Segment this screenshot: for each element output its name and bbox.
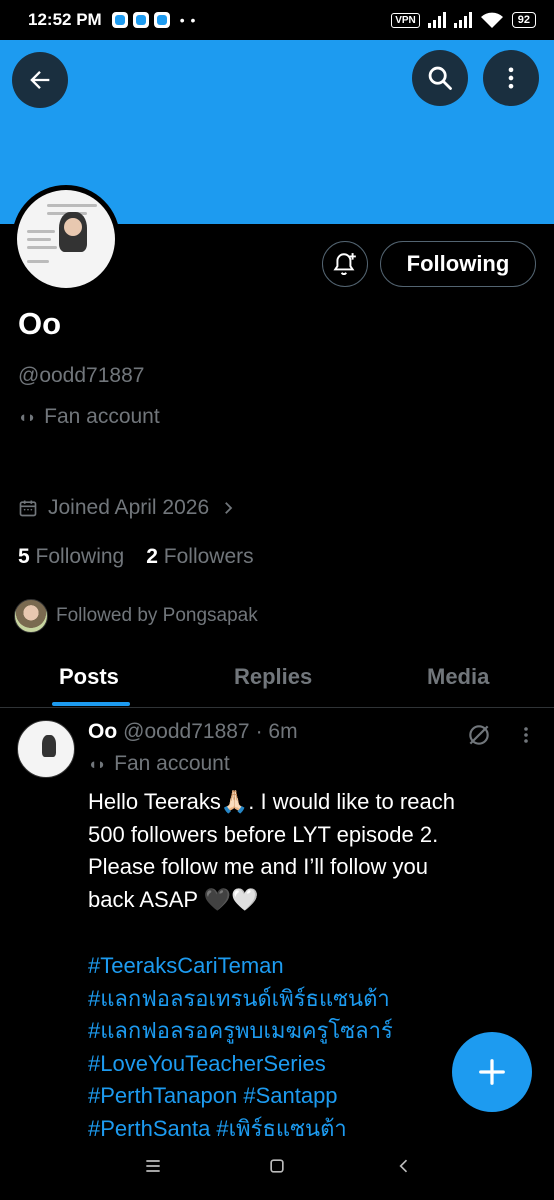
notification-icons: [111, 12, 170, 28]
post-avatar[interactable]: [17, 720, 75, 778]
follow-counts: 5 Following 2 Followers: [18, 545, 254, 569]
post-time: · 6m: [255, 720, 298, 743]
bell-plus-icon: [333, 253, 356, 275]
followers-count-link[interactable]: 2 Followers: [146, 545, 253, 569]
grok-button[interactable]: [466, 722, 492, 753]
tab-replies[interactable]: Replies: [234, 664, 312, 690]
more-options-button[interactable]: [483, 50, 539, 106]
post-text-line: Please follow me and I’ll follow you: [88, 854, 428, 879]
active-tab-indicator: [52, 702, 130, 706]
theater-masks-icon: ◖◗: [88, 755, 107, 773]
compose-button[interactable]: [452, 1032, 532, 1112]
home-button[interactable]: [267, 1156, 287, 1181]
tab-media[interactable]: Media: [427, 664, 489, 690]
following-label: Following: [35, 545, 125, 568]
follower-avatar: [14, 599, 48, 633]
followed-by-text: Followed by Pongsapak: [56, 605, 258, 626]
display-name: Oo: [18, 306, 62, 341]
signal-icon: [427, 12, 446, 28]
grok-icon: [469, 725, 489, 745]
hashtag-link[interactable]: #แลกฟอลรอครูพบเมฆครูโซลาร์: [88, 1015, 528, 1048]
theater-masks-icon: ◖◗: [18, 408, 37, 426]
profile-avatar[interactable]: [12, 185, 120, 293]
status-right: VPN 92: [391, 11, 536, 29]
status-time: 12:52 PM: [28, 10, 102, 29]
following-button[interactable]: Following: [380, 241, 536, 287]
post-author-name[interactable]: Oo: [88, 720, 117, 744]
profile-bio: ◖◗ Fan account: [18, 405, 160, 429]
hashtag-link[interactable]: #แลกฟอลรอเทรนด์เพิร์ธแซนต้า: [88, 983, 528, 1016]
chevron-right-icon: [225, 502, 233, 514]
post-author-bio: ◖◗ Fan account: [88, 752, 230, 776]
hashtag-link[interactable]: #TeeraksCariTeman: [88, 950, 528, 983]
more-vertical-icon: [524, 727, 528, 743]
followers-count: 2: [146, 545, 158, 568]
post-bio-text: Fan account: [114, 752, 230, 775]
joined-date[interactable]: Joined April 2026: [18, 496, 237, 520]
search-button[interactable]: [412, 50, 468, 106]
post-text-line: back ASAP 🖤🤍: [88, 886, 259, 912]
notifications-bell-button[interactable]: [322, 241, 368, 287]
status-bar: 12:52 PM • • VPN 92: [0, 0, 554, 40]
recent-apps-button[interactable]: [143, 1156, 163, 1181]
post-text-line: 500 followers before LYT episode 2.: [88, 821, 439, 847]
followers-label: Followers: [163, 545, 254, 568]
menu-icon: [146, 1160, 160, 1172]
square-icon: [270, 1159, 284, 1173]
tab-posts[interactable]: Posts: [59, 664, 119, 690]
more-notifications: • •: [179, 12, 197, 28]
joined-text: Joined April 2026: [48, 496, 210, 519]
following-count: 5: [18, 545, 30, 568]
messenger-icon: [111, 12, 128, 28]
post-author-handle: @oodd71887: [123, 720, 250, 743]
profile-handle: @oodd71887: [18, 364, 145, 387]
post-header: Oo @oodd71887 · 6m: [88, 720, 298, 744]
back-button[interactable]: [12, 52, 68, 108]
battery-indicator: 92: [511, 12, 536, 28]
post-text: Hello Teeraks🙏🏻. I would like to reach 5…: [88, 786, 528, 916]
post-more-button[interactable]: [519, 722, 533, 753]
signal-icon-2: [453, 12, 472, 28]
arrow-left-icon: [30, 71, 50, 89]
more-vertical-icon: [508, 67, 514, 89]
following-count-link[interactable]: 5 Following: [18, 545, 124, 569]
post-text-line: Hello Teeraks🙏🏻. I would like to reach: [88, 789, 455, 814]
avatar-image: [17, 190, 115, 288]
wifi-icon: [480, 12, 503, 28]
shield-app-icon: [153, 12, 170, 28]
search-icon: [428, 66, 452, 90]
followed-by[interactable]: Followed by Pongsapak: [14, 599, 258, 633]
system-back-button[interactable]: [394, 1156, 414, 1181]
calendar-icon: [19, 500, 37, 517]
app-notification-icon: [132, 12, 149, 28]
plus-icon: [479, 1059, 505, 1085]
chevron-left-icon: [399, 1159, 408, 1173]
bio-text: Fan account: [44, 405, 160, 428]
profile-tabs: Posts Replies Media: [0, 652, 554, 708]
vpn-badge: VPN: [391, 12, 420, 28]
